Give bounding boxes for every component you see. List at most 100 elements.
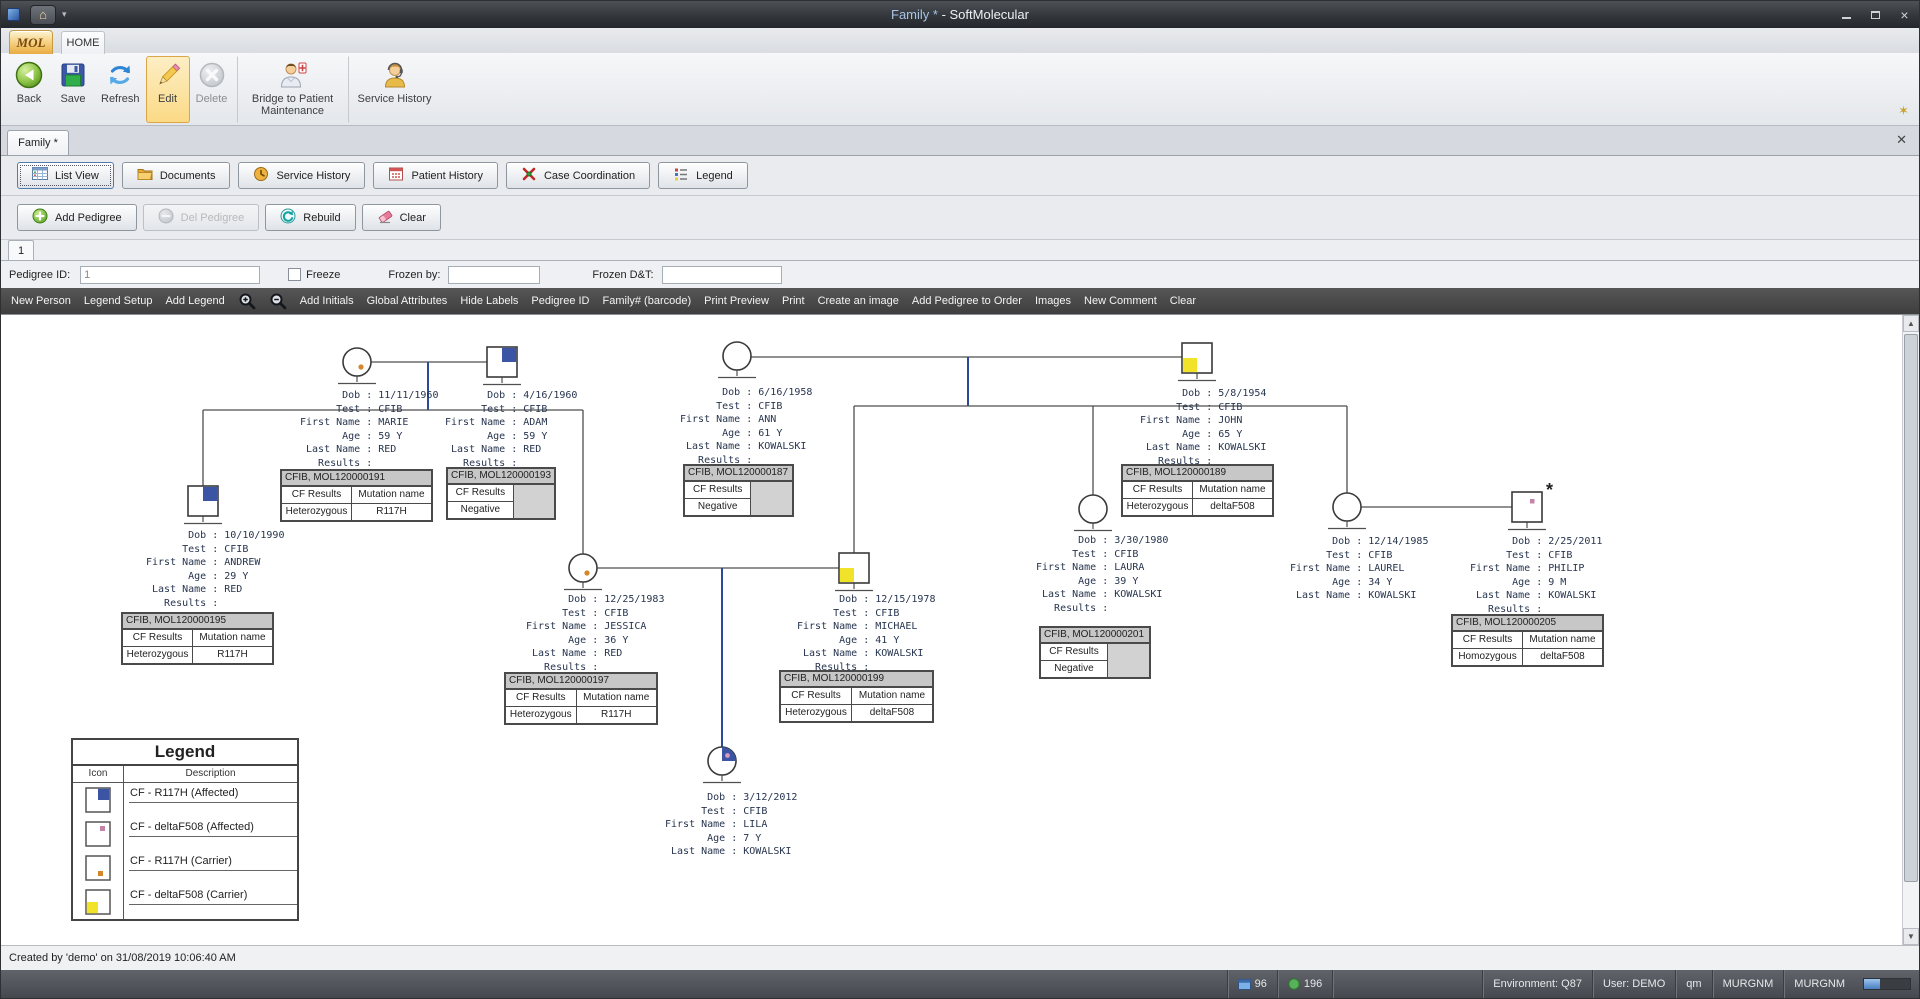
frozen-by-input[interactable] bbox=[448, 266, 540, 284]
menu-item-create-an-image[interactable]: Create an image bbox=[818, 295, 899, 307]
pedigree-symbol-philip[interactable] bbox=[1512, 492, 1542, 522]
person-field-dob: Dob : 5/8/1954 bbox=[1140, 387, 1266, 401]
window-count-icon bbox=[1238, 979, 1251, 990]
menu-item-print-preview[interactable]: Print Preview bbox=[704, 295, 769, 307]
pedigree-button-clear[interactable]: Clear bbox=[362, 204, 441, 231]
document-tab-family[interactable]: Family * bbox=[7, 130, 69, 155]
menu-item-global-attributes[interactable]: Global Attributes bbox=[367, 295, 448, 307]
menu-item-hide-labels[interactable]: Hide Labels bbox=[460, 295, 518, 307]
results-cell bbox=[514, 502, 554, 518]
freeze-label: Freeze bbox=[306, 269, 340, 281]
home-quick-access-button[interactable]: ⌂ bbox=[30, 5, 56, 25]
view-button-list-view[interactable]: List View bbox=[17, 162, 114, 189]
quick-access-dropdown-icon[interactable]: ▾ bbox=[62, 9, 67, 20]
person-field-first-name: First Name : JOHN bbox=[1140, 414, 1266, 428]
application-menu-button[interactable]: MOL bbox=[9, 30, 53, 56]
person-field-last-name: Last Name : KOWALSKI bbox=[1140, 441, 1266, 455]
window-title-app: - SoftMolecular bbox=[938, 7, 1029, 22]
results-table-ann: CFIB, MOL120000187CF ResultsNegative bbox=[683, 464, 794, 517]
menu-item-add-legend[interactable]: Add Legend bbox=[165, 295, 224, 307]
menu-item-print[interactable]: Print bbox=[782, 295, 805, 307]
person-field-test: Test : CFIB bbox=[526, 607, 664, 621]
documents-icon bbox=[137, 166, 153, 185]
menu-item-new-person[interactable]: New Person bbox=[11, 295, 71, 307]
results-cell bbox=[1108, 661, 1149, 677]
pedigree-button-add-pedigree[interactable]: Add Pedigree bbox=[17, 204, 137, 231]
person-field-age: Age : 41 Y bbox=[797, 634, 935, 648]
pedigree-symbol-laurel[interactable] bbox=[1333, 493, 1361, 521]
view-button-patient-history[interactable]: Patient History bbox=[373, 162, 498, 189]
pedigree-symbol-marie[interactable] bbox=[343, 348, 371, 376]
pedigree-symbol-laura[interactable] bbox=[1079, 495, 1107, 523]
minimize-button[interactable] bbox=[1832, 1, 1861, 28]
view-button-label: Case Coordination bbox=[544, 170, 635, 182]
results-table-row: HeterozygousdeltaF508 bbox=[781, 705, 932, 721]
pedigree-canvas[interactable]: * Dob : 11/11/1960 Test : CFIBFirst Name… bbox=[1, 315, 1902, 945]
frozen-dt-input[interactable] bbox=[662, 266, 782, 284]
person-field-first-name: First Name : ANN bbox=[680, 413, 812, 427]
results-table-andrew: CFIB, MOL120000195CF ResultsMutation nam… bbox=[121, 612, 274, 665]
view-button-service-history[interactable]: Service History bbox=[238, 162, 365, 189]
close-button[interactable]: × bbox=[1890, 1, 1919, 28]
results-col-header: CF Results bbox=[1123, 482, 1193, 498]
pedigree-id-input[interactable] bbox=[80, 266, 260, 284]
ribbon-button-save[interactable]: Save bbox=[51, 56, 95, 123]
menu-item-add-initials[interactable]: Add Initials bbox=[300, 295, 354, 307]
view-button-legend[interactable]: Legend bbox=[658, 162, 748, 189]
view-button-case-coordination[interactable]: Case Coordination bbox=[506, 162, 650, 189]
results-cell: deltaF508 bbox=[852, 705, 932, 721]
person-field-test: Test : CFIB bbox=[300, 403, 438, 417]
vertical-scrollbar[interactable]: ▲ ▼ bbox=[1902, 315, 1919, 945]
tab-home[interactable]: HOME bbox=[61, 31, 105, 54]
results-cell: deltaF508 bbox=[1193, 499, 1272, 515]
menu-item-clear[interactable]: Clear bbox=[1170, 295, 1196, 307]
menu-item-legend-setup[interactable]: Legend Setup bbox=[84, 295, 153, 307]
results-col-header: CF Results bbox=[123, 630, 193, 646]
ribbon-button-label: Delete bbox=[196, 93, 228, 105]
close-document-icon[interactable]: ✕ bbox=[1896, 133, 1907, 146]
menu-item-images[interactable]: Images bbox=[1035, 295, 1071, 307]
pedigree-page-tab-1[interactable]: 1 bbox=[8, 240, 34, 260]
menu-item-pedigree-id[interactable]: Pedigree ID bbox=[531, 295, 589, 307]
ribbon-button-refresh[interactable]: Refresh bbox=[95, 56, 146, 123]
results-table-row: HeterozygousdeltaF508 bbox=[1123, 499, 1272, 515]
ribbon-button-bridge-to-patient-maintenance[interactable]: Bridge to Patient Maintenance bbox=[237, 56, 345, 123]
person-field-last-name: Last Name : KOWALSKI bbox=[1470, 589, 1602, 603]
person-field-first-name: First Name : JESSICA bbox=[526, 620, 664, 634]
legend-description-text: CF - R117H (Carrier) bbox=[130, 855, 291, 871]
menu-item-new-comment[interactable]: New Comment bbox=[1084, 295, 1157, 307]
ribbon-button-service-history[interactable]: Service History bbox=[348, 56, 438, 123]
menu-item-add-pedigree-to-order[interactable]: Add Pedigree to Order bbox=[912, 295, 1022, 307]
zoom-in-icon[interactable] bbox=[238, 292, 256, 310]
person-field-first-name: First Name : LILA bbox=[665, 818, 797, 832]
freeze-checkbox[interactable] bbox=[288, 268, 301, 281]
scroll-up-icon[interactable]: ▲ bbox=[1903, 315, 1919, 332]
results-cell: Heterozygous bbox=[282, 504, 352, 520]
person-field-first-name: First Name : LAUREL bbox=[1290, 562, 1428, 576]
ribbon-button-back[interactable]: Back bbox=[7, 56, 51, 123]
scroll-down-icon[interactable]: ▼ bbox=[1903, 928, 1919, 945]
pedigree-symbol-jessica[interactable] bbox=[569, 554, 597, 582]
results-cell: Heterozygous bbox=[781, 705, 852, 721]
person-field-test: Test : CFIB bbox=[797, 607, 935, 621]
scrollbar-track[interactable] bbox=[1903, 332, 1919, 928]
view-button-documents[interactable]: Documents bbox=[122, 162, 231, 189]
pedigree-symbol-ann[interactable] bbox=[723, 342, 751, 370]
asterisk-annotation: * bbox=[1546, 480, 1553, 500]
person-field-test: Test : CFIB bbox=[1290, 549, 1428, 563]
status-counter-196: 196 bbox=[1277, 970, 1332, 998]
pedigree-button-rebuild[interactable]: Rebuild bbox=[265, 204, 355, 231]
maximize-button[interactable] bbox=[1861, 1, 1890, 28]
legend-description-column-header: Description bbox=[123, 766, 297, 783]
results-table-marie: CFIB, MOL120000191CF ResultsMutation nam… bbox=[280, 469, 433, 522]
person-field-results: Results : bbox=[1036, 602, 1168, 616]
scrollbar-thumb[interactable] bbox=[1904, 334, 1918, 882]
legend-icon-column-header: Icon bbox=[73, 766, 123, 783]
results-col-header: CF Results bbox=[506, 690, 577, 706]
marker-deltaf508-affected bbox=[725, 753, 730, 758]
ribbon-button-edit[interactable]: Edit bbox=[146, 56, 190, 123]
menu-item-family-barcode[interactable]: Family# (barcode) bbox=[603, 295, 692, 307]
zoom-out-icon[interactable] bbox=[269, 292, 287, 310]
results-table-header: CF Results bbox=[1041, 644, 1149, 661]
results-table-title: CFIB, MOL120000199 bbox=[781, 672, 932, 688]
